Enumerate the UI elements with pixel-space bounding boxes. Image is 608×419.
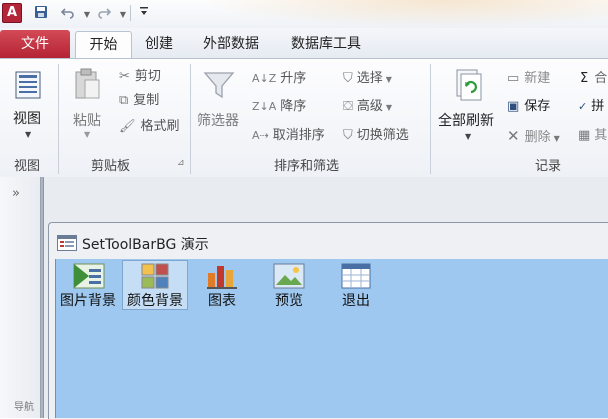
- format-painter-button[interactable]: 🖌 格式刷: [119, 117, 180, 137]
- save-record-button[interactable]: ▣ 保存: [507, 97, 550, 117]
- toolbar-label: 颜色背景: [127, 293, 183, 309]
- tab-home[interactable]: 开始: [75, 31, 132, 60]
- navigation-pane[interactable]: [0, 177, 41, 418]
- chart-icon: [207, 266, 237, 289]
- cut-button[interactable]: ✂ 剪切: [119, 67, 161, 87]
- form-title: SetToolBarBG 演示: [82, 237, 209, 253]
- title-bar-glow: [200, 0, 608, 28]
- form-client-area: [55, 311, 608, 418]
- paste-icon[interactable]: [73, 68, 103, 106]
- toolbar-button-exit[interactable]: 退出: [324, 260, 388, 310]
- new-record-icon: ▭: [507, 71, 520, 86]
- spelling-button[interactable]: ✓ 拼: [578, 97, 604, 117]
- group-separator: [430, 64, 431, 174]
- sort-ascending-button[interactable]: A↓Z 升序: [252, 69, 306, 89]
- toolbar-button-picture-background[interactable]: 图片背景: [56, 260, 120, 310]
- qat-separator: [130, 5, 131, 21]
- toggle-filter-button[interactable]: ⛉ 切换筛选: [343, 126, 409, 146]
- selection-filter-icon: ⛉: [343, 71, 353, 86]
- group-label-views: 视图: [14, 159, 41, 174]
- redo-dropdown-icon[interactable]: ▼: [115, 7, 131, 23]
- undo-dropdown-icon[interactable]: ▼: [79, 7, 95, 23]
- form-icon: [57, 235, 77, 251]
- save-record-icon: ▣: [507, 99, 520, 114]
- copy-icon: ⧉: [119, 93, 129, 108]
- customize-qat-icon[interactable]: [136, 5, 152, 21]
- paste-dropdown-icon[interactable]: ▼: [84, 130, 90, 139]
- view-dropdown-icon[interactable]: ▼: [25, 130, 31, 139]
- picture-background-icon: [73, 263, 105, 289]
- advanced-filter-icon: ⛋: [343, 99, 353, 114]
- color-background-icon: [141, 263, 169, 289]
- dialog-launcher-icon[interactable]: ⊿: [177, 158, 185, 168]
- brush-icon: 🖌: [119, 119, 136, 134]
- selection-button[interactable]: ⛉ 选择 ▼: [343, 69, 392, 89]
- delete-icon: ✕: [507, 127, 520, 145]
- group-label-clipboard: 剪贴板: [91, 159, 131, 174]
- redo-icon[interactable]: [96, 5, 112, 21]
- filter-icon[interactable]: [203, 70, 235, 104]
- refresh-dropdown-icon[interactable]: ▼: [465, 132, 471, 141]
- remove-sort-icon: A⇢: [252, 129, 269, 142]
- tab-file[interactable]: 文件: [0, 30, 70, 58]
- group-label-records: 记录: [535, 159, 562, 174]
- more-icon: ▦: [578, 128, 591, 143]
- tab-create[interactable]: 创建: [145, 31, 173, 58]
- sort-descending-icon: Z↓A: [252, 100, 277, 113]
- filter-button[interactable]: 筛选器: [197, 110, 239, 130]
- toolbar-button-chart[interactable]: 图表: [190, 260, 254, 310]
- paste-button[interactable]: 粘贴: [73, 110, 101, 130]
- totals-button[interactable]: Σ合: [580, 69, 607, 89]
- refresh-all-button[interactable]: 全部刷新: [438, 110, 494, 130]
- nav-pane-label: 导航: [14, 402, 34, 413]
- toolbar-label: 预览: [275, 293, 303, 309]
- exit-icon: [341, 263, 371, 289]
- tab-database-tools[interactable]: 数据库工具: [291, 31, 361, 58]
- toolbar-button-preview[interactable]: 预览: [256, 260, 322, 310]
- scissors-icon: ✂: [119, 69, 130, 84]
- sigma-icon: Σ: [580, 71, 589, 86]
- delete-record-button[interactable]: ✕ 删除 ▼: [507, 126, 560, 146]
- view-icon[interactable]: [14, 70, 42, 104]
- view-button[interactable]: 视图: [13, 108, 41, 128]
- undo-icon[interactable]: [60, 5, 76, 21]
- copy-button[interactable]: ⧉ 复制: [119, 91, 159, 111]
- advanced-button[interactable]: ⛋ 高级 ▼: [343, 97, 392, 117]
- expand-nav-pane-icon[interactable]: »: [12, 186, 20, 201]
- new-record-button[interactable]: ▭ 新建: [507, 69, 550, 89]
- toolbar-label: 图表: [208, 293, 236, 309]
- spelling-icon: ✓: [578, 100, 588, 113]
- sort-ascending-icon: A↓Z: [252, 72, 277, 85]
- remove-sort-button[interactable]: A⇢ 取消排序: [252, 126, 325, 146]
- more-button[interactable]: ▦ 其: [578, 126, 607, 146]
- toolbar-label: 退出: [342, 293, 370, 309]
- save-icon[interactable]: [33, 5, 49, 21]
- toggle-filter-icon: ⛉: [343, 128, 353, 143]
- refresh-all-icon[interactable]: [453, 68, 483, 106]
- sort-descending-button[interactable]: Z↓A 降序: [252, 97, 306, 117]
- toolbar-button-color-background[interactable]: 颜色背景: [122, 260, 188, 310]
- tab-external-data[interactable]: 外部数据: [203, 31, 259, 58]
- toolbar-label: 图片背景: [60, 293, 116, 309]
- group-separator: [190, 64, 191, 174]
- group-separator: [58, 64, 59, 174]
- preview-icon: [273, 263, 305, 289]
- group-label-sort-filter: 排序和筛选: [274, 159, 340, 174]
- access-app-icon[interactable]: A: [2, 3, 22, 23]
